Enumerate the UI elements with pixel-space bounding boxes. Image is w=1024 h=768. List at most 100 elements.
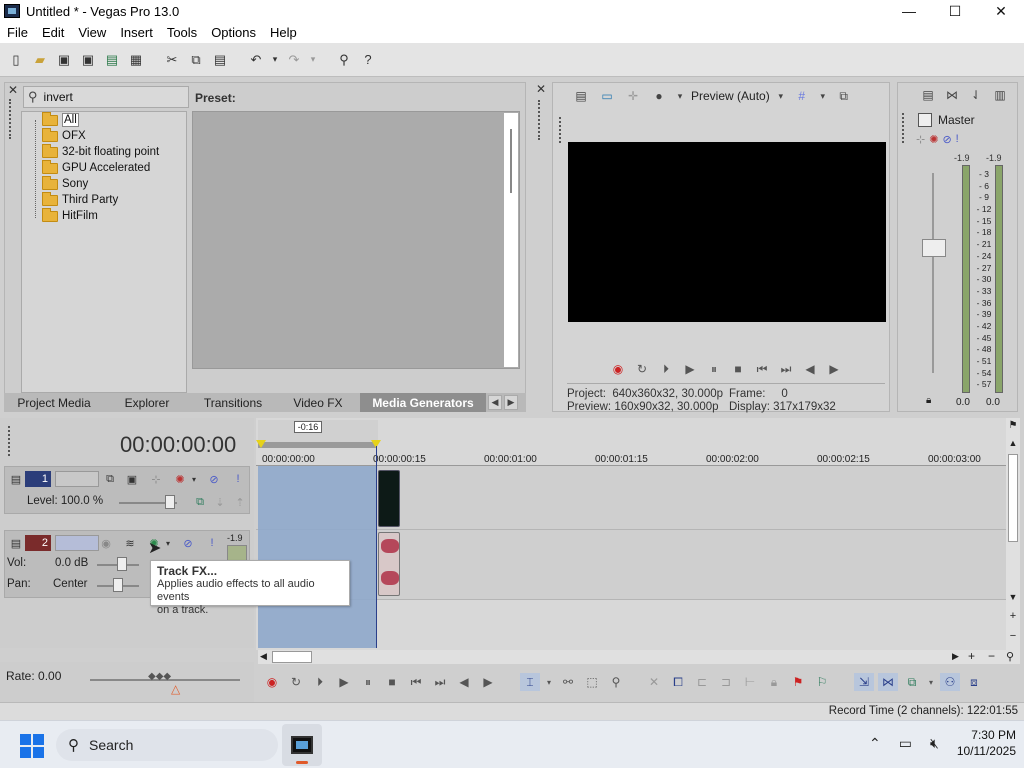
timeline-horizontal-scrollbar[interactable]: ◀ ▶ + − ⚲ xyxy=(258,649,1020,664)
tree-item-gpu[interactable]: GPU Accelerated xyxy=(42,159,150,176)
split-screen-icon[interactable]: ✛ xyxy=(623,86,643,106)
preset-scrollbar[interactable] xyxy=(504,113,518,367)
flag-icon[interactable]: ⚑ xyxy=(1006,420,1020,434)
track-motion-icon[interactable]: ⊹ xyxy=(147,470,165,488)
menu-options[interactable]: Options xyxy=(204,25,263,40)
dock-grip-icon[interactable] xyxy=(902,113,908,143)
mixer-properties-icon[interactable]: ▤ xyxy=(918,85,938,105)
preview-quality-dropdown-icon[interactable]: ▾ xyxy=(776,86,786,106)
go-to-end-icon[interactable]: ⏭ xyxy=(430,673,450,691)
close-button[interactable]: ✕ xyxy=(978,0,1024,22)
loop-start-marker-icon[interactable] xyxy=(256,440,266,448)
video-mute-icon[interactable]: ⊘ xyxy=(205,470,223,488)
redo-icon[interactable]: ↷ xyxy=(283,49,305,71)
video-fx-icon[interactable]: ● xyxy=(649,86,669,106)
video-event[interactable] xyxy=(378,470,400,527)
play-icon[interactable]: ▶ xyxy=(680,360,700,378)
rate-slider-knob-icon[interactable]: ◆◆◆ xyxy=(148,671,171,682)
go-to-end-icon[interactable]: ⏭ xyxy=(776,360,796,378)
windows-start-icon[interactable] xyxy=(20,734,44,758)
insert-region-icon[interactable]: ⚐ xyxy=(812,673,832,691)
timeline-vertical-scrollbar[interactable]: ⚑ ▲ ▼ + − xyxy=(1006,418,1020,650)
tree-item-hitfilm[interactable]: HitFilm xyxy=(42,207,98,224)
undo-dropdown-icon[interactable]: ▾ xyxy=(269,49,281,71)
pan-icon[interactable]: ⊹ xyxy=(916,133,925,146)
edit-tool-dropdown-icon[interactable]: ▾ xyxy=(544,673,554,691)
dock-grip-icon[interactable] xyxy=(8,426,14,456)
horizontal-scroll-thumb[interactable] xyxy=(272,651,312,663)
open-folder-icon[interactable]: ▰ xyxy=(29,49,51,71)
network-icon[interactable]: ▭ xyxy=(899,735,912,752)
loop-playback-icon[interactable]: ↻ xyxy=(632,360,652,378)
preview-quality-select[interactable]: Preview (Auto) xyxy=(691,89,770,103)
track-minimize-icon[interactable]: ▤ xyxy=(7,470,25,488)
audio-solo-icon[interactable]: ǃ xyxy=(203,534,221,552)
audio-mute-icon[interactable]: ⊘ xyxy=(179,534,197,552)
pan-knob[interactable] xyxy=(113,578,123,592)
lock-envelopes-icon[interactable]: ⚇ xyxy=(940,673,960,691)
arm-for-record-icon[interactable]: ◉ xyxy=(97,534,115,552)
go-to-start-icon[interactable]: ⏮ xyxy=(406,673,426,691)
time-ruler[interactable]: 00:00:00:00 00:00:00:15 00:00:01:00 00:0… xyxy=(256,448,1006,466)
next-frame-icon[interactable]: ▶ xyxy=(478,673,498,691)
trim-icon[interactable]: ⧠ xyxy=(668,673,688,691)
auto-ripple-icon[interactable]: ⧉ xyxy=(902,673,922,691)
overlays-grid-icon[interactable]: # xyxy=(792,86,812,106)
master-fader-knob[interactable] xyxy=(922,239,946,257)
play-icon[interactable]: ▶ xyxy=(334,673,354,691)
downmix-icon[interactable]: ⇃ xyxy=(966,85,986,105)
tree-item-sony[interactable]: Sony xyxy=(42,175,88,192)
tab-transitions[interactable]: Transitions xyxy=(190,393,276,412)
tab-video-fx[interactable]: Video FX xyxy=(276,393,360,412)
play-from-start-icon[interactable]: ⏵ xyxy=(656,360,676,378)
make-compositing-child-icon[interactable]: ▣ xyxy=(123,470,141,488)
properties-icon[interactable]: ▦ xyxy=(125,49,147,71)
master-edit-icon[interactable]: ǃ xyxy=(956,133,959,146)
volume-muted-icon[interactable]: 🔇︎ xyxy=(930,735,939,752)
dock-grip-icon[interactable] xyxy=(559,117,565,143)
time-selection[interactable] xyxy=(258,466,376,648)
tab-explorer[interactable]: Explorer xyxy=(104,393,190,412)
tree-item-third-party[interactable]: Third Party xyxy=(42,191,118,208)
search-input[interactable] xyxy=(43,90,174,104)
cut-icon[interactable]: ✂ xyxy=(161,49,183,71)
enable-snapping-icon[interactable]: ⚲ xyxy=(333,49,355,71)
show-hidden-icons-icon[interactable]: ⌃ xyxy=(869,735,881,752)
video-track-header[interactable]: ▤ 1 ⧉ ▣ ⊹ ✺ ▾ ⊘ ǃ Level: 100.0 % ⧉ ⇣ ⇡ xyxy=(4,466,250,514)
tree-item-32bit[interactable]: 32-bit floating point xyxy=(42,143,159,160)
stop-icon[interactable]: ■ xyxy=(382,673,402,691)
selection-edit-tool-icon[interactable]: ⬚ xyxy=(582,673,602,691)
lock-event-icon[interactable]: 🔒︎ xyxy=(764,673,784,691)
audio-track-fx-dropdown-icon[interactable]: ▾ xyxy=(159,534,177,552)
close-panel-icon[interactable]: ✕ xyxy=(536,82,546,96)
tab-media-generators[interactable]: Media Generators xyxy=(360,393,486,412)
video-level-knob[interactable] xyxy=(165,495,175,509)
save-icon[interactable]: ▣ xyxy=(53,49,75,71)
dock-grip-icon[interactable] xyxy=(9,99,15,139)
video-track-name-field[interactable] xyxy=(55,471,99,487)
volume-knob[interactable] xyxy=(117,557,127,571)
close-panel-icon[interactable]: ✕ xyxy=(8,83,18,97)
trim-end-icon[interactable]: ⊐ xyxy=(716,673,736,691)
auto-ripple-dropdown-icon[interactable]: ▾ xyxy=(926,673,936,691)
undo-icon[interactable]: ↶ xyxy=(245,49,267,71)
record-icon[interactable]: ◉ xyxy=(608,360,628,378)
master-bypass-icon[interactable]: ⊘ xyxy=(942,133,951,146)
whats-this-help-icon[interactable]: ? xyxy=(357,49,379,71)
lock-icon[interactable]: 🔒︎ xyxy=(926,395,931,406)
ignore-event-grouping-icon[interactable]: ⧈ xyxy=(964,673,984,691)
tab-project-media[interactable]: Project Media xyxy=(4,393,104,412)
new-file-icon[interactable]: ▯ xyxy=(5,49,27,71)
loop-playback-icon[interactable]: ↻ xyxy=(286,673,306,691)
audio-event[interactable] xyxy=(378,532,400,596)
stop-icon[interactable]: ■ xyxy=(728,360,748,378)
record-icon[interactable]: ◉ xyxy=(262,673,282,691)
scroll-left-icon[interactable]: ◀ xyxy=(260,651,267,662)
audio-track-name-field[interactable] xyxy=(55,535,99,551)
zoom-edit-tool-icon[interactable]: ⚲ xyxy=(606,673,626,691)
zoom-tool-icon[interactable]: ⚲ xyxy=(1006,650,1014,663)
delete-icon[interactable]: ✕ xyxy=(644,673,664,691)
maximize-button[interactable]: ☐ xyxy=(932,0,978,22)
pause-icon[interactable]: ⏸ xyxy=(358,673,378,691)
copy-icon[interactable]: ⧉ xyxy=(185,49,207,71)
